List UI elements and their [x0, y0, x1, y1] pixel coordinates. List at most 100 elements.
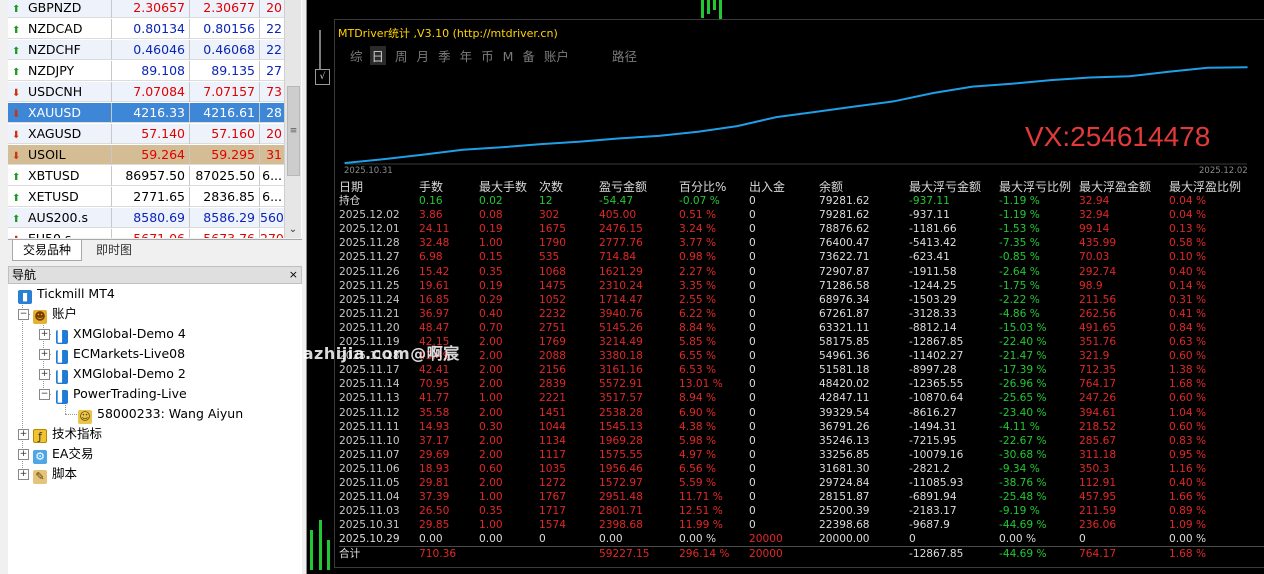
equity-point: [618, 137, 621, 140]
table-cell: 1769: [539, 336, 566, 349]
table-cell: 296.14 %: [679, 548, 730, 561]
symbol-cell[interactable]: ⬆ XETUSD: [8, 187, 112, 207]
ask-cell: 0.46068: [190, 40, 260, 60]
market-watch-row[interactable]: ⬆ XETUSD 2771.65 2836.85 6...: [8, 187, 284, 207]
table-cell: -1.19 %: [999, 195, 1040, 208]
chart-area[interactable]: √ MTDriver统计 ,V3.10 (http://mtdriver.cn)…: [307, 0, 1264, 574]
table-cell: 73622.71: [819, 251, 870, 264]
symbol-cell[interactable]: ⬆ AUS200.s: [8, 208, 112, 228]
spread-cell: 560: [260, 210, 284, 225]
tree-account-item[interactable]: ▌ XMGlobal-Demo 4: [56, 324, 186, 344]
table-cell: -1.19 %: [999, 209, 1040, 222]
scroll-down-icon[interactable]: ⌄: [285, 222, 301, 238]
expand-icon[interactable]: +: [39, 369, 50, 380]
expand-icon[interactable]: +: [39, 349, 50, 360]
table-cell: 2398.68: [599, 519, 643, 532]
table-cell: -9687.9: [909, 519, 950, 532]
scroll-thumb[interactable]: ≡: [287, 86, 300, 176]
tree-account-item[interactable]: ▌ PowerTrading-Live: [56, 384, 187, 404]
symbol-cell[interactable]: ⬇ XAGUSD: [8, 124, 112, 144]
stats-table: 日期 手数 最大手数 次数 盈亏金额 百分比% 出入金 余额 最大浮亏金额 最大浮亏比例 最大浮盈金…: [339, 180, 1264, 562]
expand-icon[interactable]: +: [39, 329, 50, 340]
market-watch-row[interactable]: ⬇ USDCNH 7.07084 7.07157 73: [8, 82, 284, 102]
collapse-icon[interactable]: −: [39, 389, 50, 400]
market-watch-row[interactable]: ⬆ AUS200.s 8580.69 8586.29 560: [8, 208, 284, 228]
table-header-row: 日期 手数 最大手数 次数 盈亏金额 百分比% 出入金 余额 最大浮亏金额 最大浮亏比例 最大浮盈金…: [339, 180, 1264, 194]
tree-account-item[interactable]: ▌ XMGlobal-Demo 2: [56, 364, 186, 384]
market-watch-row[interactable]: ⬆ NZDCHF 0.46046 0.46068 22: [8, 40, 284, 60]
table-cell: 2025.11.11: [339, 420, 400, 433]
symbol-cell[interactable]: ⬆ NZDCAD: [8, 19, 112, 39]
market-watch-row[interactable]: ⬆ XBTUSD 86957.50 87025.50 6...: [8, 166, 284, 186]
equity-chart: [344, 66, 1248, 165]
symbol-name: NZDJPY: [28, 63, 75, 78]
market-watch-row[interactable]: ⬆ NZDJPY 89.108 89.135 27: [8, 61, 284, 81]
account-label: XMGlobal-Demo 2: [73, 366, 186, 381]
table-cell: 1.00: [479, 237, 503, 250]
symbol-cell[interactable]: ⬆ NZDCHF: [8, 40, 112, 60]
table-cell: 712.35: [1079, 364, 1117, 377]
market-watch-scrollbar[interactable]: ≡ ⌄: [284, 0, 301, 238]
table-cell: 35246.13: [819, 434, 870, 447]
table-cell: 211.59: [1079, 505, 1117, 518]
table-cell: 98.9: [1079, 279, 1103, 292]
table-cell: 0: [749, 491, 756, 504]
table-cell: 0.10 %: [1169, 251, 1207, 264]
tab-symbols[interactable]: 交易品种: [12, 240, 83, 261]
expand-icon[interactable]: +: [18, 429, 29, 440]
tree-account-item[interactable]: ▌ ECMarkets-Live08: [56, 344, 185, 364]
tree-root[interactable]: ▮ Tickmill MT4: [18, 284, 115, 304]
chart-start-label: 2025.10.31: [344, 166, 393, 176]
symbol-cell[interactable]: ⬆ NZDJPY: [8, 61, 112, 81]
table-cell: 0.84 %: [1169, 321, 1207, 334]
market-watch-row[interactable]: ⬇ EU50.s 5671.065673.76270: [8, 229, 284, 238]
table-cell: 2232: [539, 307, 566, 320]
tree-ea[interactable]: ⚙ EA交易: [33, 444, 93, 464]
equity-point: [657, 135, 660, 137]
market-watch-row[interactable]: ⬆ NZDCAD 0.80134 0.80156 22: [8, 19, 284, 39]
ask-cell: 0.80156: [190, 19, 260, 39]
tree-sub-account[interactable]: ☺ 58000233: Wang Aiyun: [78, 404, 243, 424]
bid-cell: 4216.33: [112, 103, 190, 123]
tab-tick-chart[interactable]: 即时图: [86, 240, 142, 260]
table-cell: 0: [749, 195, 756, 208]
symbol-cell[interactable]: ⬇ USOIL: [8, 145, 112, 165]
arrow-up-icon: ⬆: [12, 25, 21, 36]
table-cell: 最大浮亏金额: [909, 180, 982, 194]
market-watch-row[interactable]: ⬆ GBPNZD 2.30657 2.30677 20: [8, 0, 284, 18]
market-watch-row[interactable]: ⬇ XAUUSD 4216.33 4216.61 28: [8, 103, 284, 123]
account-icon: ▌: [56, 330, 68, 344]
close-icon[interactable]: ×: [289, 267, 298, 283]
table-cell: 20000: [749, 533, 783, 546]
table-cell: -4.11 %: [999, 420, 1040, 433]
market-watch-tabs: 交易品种 即时图: [8, 239, 302, 262]
table-cell: 285.67: [1079, 434, 1117, 447]
table-cell: 0.63 %: [1169, 336, 1207, 349]
symbol-cell[interactable]: ⬆ XBTUSD: [8, 166, 112, 186]
symbol-cell[interactable]: ⬇ XAUUSD: [8, 103, 112, 123]
market-watch-row[interactable]: ⬇ USOIL 59.264 59.295 31: [8, 145, 284, 165]
table-cell: -22.67 %: [999, 434, 1047, 447]
table-cell: 2025.11.05: [339, 476, 400, 489]
table-cell: 2156: [539, 364, 566, 377]
expand-icon[interactable]: +: [18, 469, 29, 480]
table-cell: 4.97 %: [679, 448, 717, 461]
table-cell: 1.38 %: [1169, 364, 1207, 377]
symbol-cell[interactable]: ⬇ EU50.s: [8, 229, 112, 238]
table-cell: 2025.11.03: [339, 505, 400, 518]
tree-scripts[interactable]: ✎ 脚本: [33, 464, 77, 484]
tree-accounts[interactable]: ☻ 账户: [33, 304, 77, 324]
symbol-cell[interactable]: ⬆ GBPNZD: [8, 0, 112, 18]
table-cell: 0: [749, 279, 756, 292]
table-cell: 0.60: [479, 462, 503, 475]
market-watch-row[interactable]: ⬇ XAGUSD 57.140 57.160 20: [8, 124, 284, 144]
table-cell: 491.65: [1079, 321, 1117, 334]
checkmark-icon[interactable]: √: [315, 69, 330, 85]
table-cell: 211.56: [1079, 293, 1117, 306]
expand-icon[interactable]: +: [18, 449, 29, 460]
table-cell: 2.00: [479, 476, 503, 489]
tree-indicators[interactable]: ƒ 技术指标: [33, 424, 102, 444]
spread-cell: 22: [266, 21, 282, 36]
symbol-cell[interactable]: ⬇ USDCNH: [8, 82, 112, 102]
collapse-icon[interactable]: −: [18, 309, 29, 320]
